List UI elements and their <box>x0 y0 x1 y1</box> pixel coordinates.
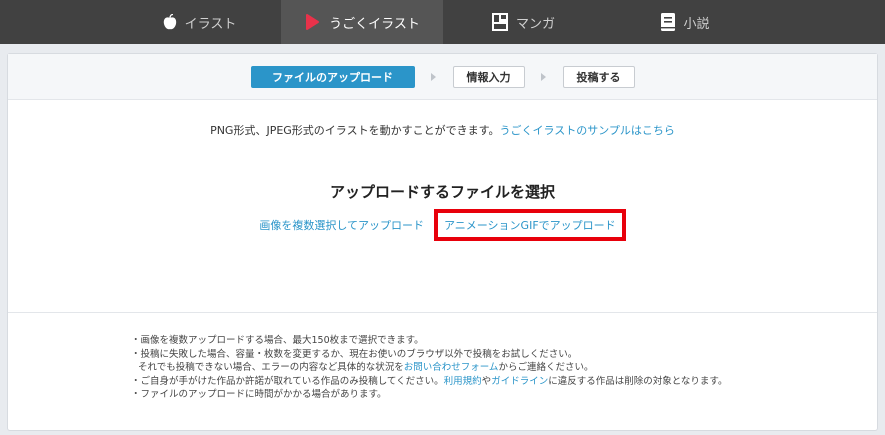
note-text: それでも投稿できない場合、エラーの内容など具体的な状況を <box>138 362 404 373</box>
note-item: ・ご自身が手がけた作品か許諾が取れている作品のみ投稿してください。利用規約やガイ… <box>131 375 727 389</box>
tab-ugoira-label: うごくイラスト <box>329 16 420 32</box>
step-info: 情報入力 <box>452 65 525 88</box>
tab-ugoira[interactable]: うごくイラスト <box>280 0 443 44</box>
contact-form-link[interactable]: お問い合わせフォーム <box>404 362 499 373</box>
note-item: ・投稿に失敗した場合、容量・枚数を変更するか、現在お使いのブラウザ以外で投稿をお… <box>131 348 578 360</box>
step-progress: ファイルのアップロード 情報入力 投稿する <box>8 54 877 100</box>
tab-novel-label: 小説 <box>683 16 710 32</box>
terms-link[interactable]: 利用規約 <box>444 376 482 387</box>
book-icon <box>661 13 676 31</box>
note-text: ・ご自身が手がけた作品か許諾が取れている作品のみ投稿してください。 <box>131 375 444 387</box>
manga-icon <box>491 13 508 31</box>
tab-novel[interactable]: 小説 <box>605 0 767 44</box>
note-item: ・ファイルのアップロードに時間がかかる場合があります。 <box>131 389 387 400</box>
divider <box>8 312 877 313</box>
note-item: ・画像を複数アップロードする場合、最大150枚まで選択できます。 <box>131 335 424 346</box>
apple-icon <box>163 14 177 30</box>
upload-options: 画像を複数選択してアップロード アニメーションGIFでアップロード <box>8 209 877 241</box>
tab-manga-label: マンガ <box>515 16 555 32</box>
note-item: それでも投稿できない場合、エラーの内容など具体的な状況をお問い合わせフォームから… <box>131 361 727 375</box>
note-text: や <box>481 375 492 387</box>
section-heading: アップロードするファイルを選択 <box>329 183 555 201</box>
notes-list: ・画像を複数アップロードする場合、最大150枚まで選択できます。 ・投稿に失敗し… <box>131 334 727 402</box>
intro-text: PNG形式、JPEG形式のイラストを動かすことができます。うごくイラストのサンプ… <box>8 122 877 138</box>
gif-upload-highlight: アニメーションGIFでアップロード <box>434 209 626 241</box>
top-nav: イラスト うごくイラスト マンガ 小説 <box>0 0 885 44</box>
sample-link[interactable]: うごくイラストのサンプルはこちら <box>499 124 674 137</box>
upload-card: ファイルのアップロード 情報入力 投稿する PNG形式、JPEG形式のイラストを… <box>7 53 878 431</box>
note-text: に違反する作品は削除の対象となります。 <box>548 375 728 387</box>
tab-illust-label: イラスト <box>184 16 237 32</box>
step-post: 投稿する <box>562 65 635 88</box>
play-icon <box>303 13 321 31</box>
tab-manga[interactable]: マンガ <box>443 0 605 44</box>
note-text: からご連絡ください。 <box>498 362 594 373</box>
step-upload: ファイルのアップロード <box>250 65 415 88</box>
gif-upload-link[interactable]: アニメーションGIFでアップロード <box>444 219 616 232</box>
step-arrow-icon <box>525 72 563 81</box>
guidelines-link[interactable]: ガイドライン <box>491 376 548 387</box>
intro-description: PNG形式、JPEG形式のイラストを動かすことができます。 <box>210 124 500 137</box>
tab-illust[interactable]: イラスト <box>119 0 281 44</box>
multi-image-upload-link[interactable]: 画像を複数選択してアップロード <box>259 217 424 233</box>
step-arrow-icon <box>415 72 453 81</box>
